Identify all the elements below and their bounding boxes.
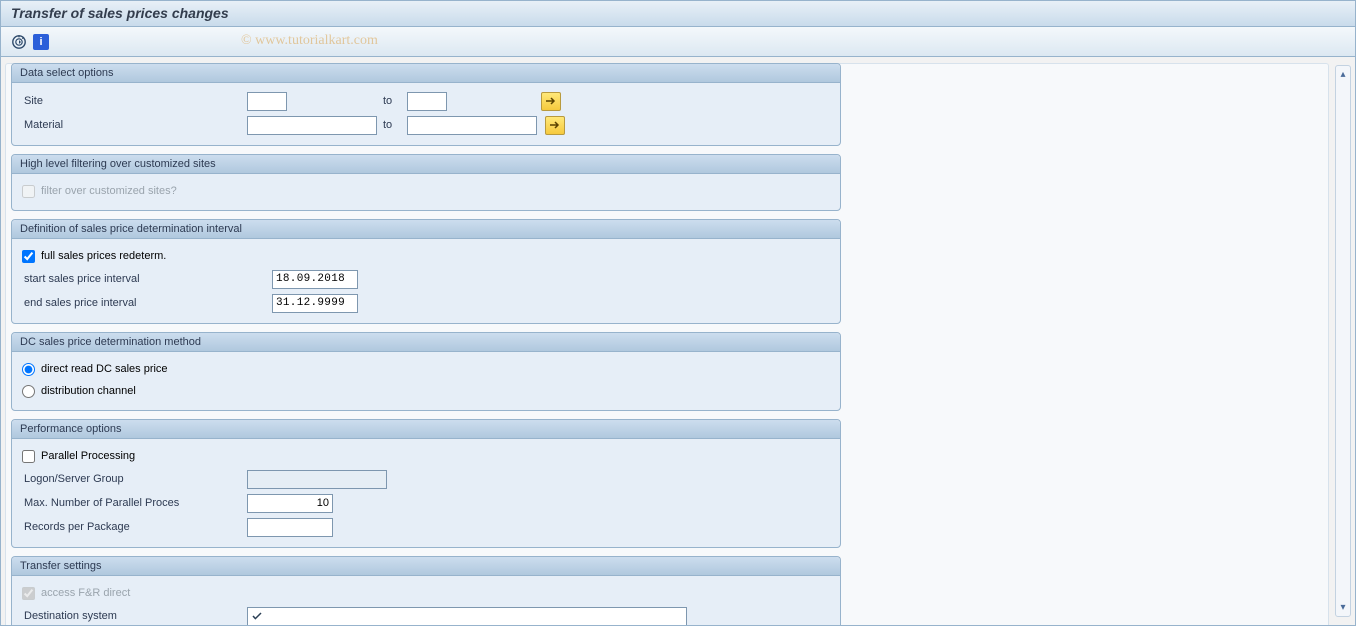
input-destination-system[interactable] — [247, 607, 687, 626]
input-logon-group — [247, 470, 387, 489]
multi-select-material-button[interactable] — [545, 116, 565, 135]
multi-select-site-button[interactable] — [541, 92, 561, 111]
watermark-text: © www.tutorialkart.com — [241, 33, 378, 49]
scroll-area: Data select options Site to M — [11, 63, 841, 625]
checkbox-full-redeterm[interactable] — [22, 250, 35, 263]
input-material-from[interactable] — [247, 116, 377, 135]
radio-direct-read[interactable] — [22, 363, 35, 376]
label-access-fr-direct: access F&R direct — [41, 587, 130, 599]
group-high-level-filter: High level filtering over customized sit… — [11, 154, 841, 211]
label-destination-system: Destination system — [22, 610, 247, 622]
label-end-interval: end sales price interval — [22, 297, 272, 309]
label-material-to: to — [377, 119, 407, 131]
group-performance: Performance options Parallel Processing … — [11, 419, 841, 548]
input-records-per-package[interactable] — [247, 518, 333, 537]
checkbox-access-fr-direct — [22, 587, 35, 600]
check-icon — [251, 610, 263, 622]
group-header-dc-method: DC sales price determination method — [12, 333, 840, 352]
window-title: Transfer of sales prices changes — [11, 5, 229, 21]
label-site: Site — [22, 95, 247, 107]
label-max-parallel: Max. Number of Parallel Proces — [22, 497, 247, 509]
checkbox-filter-customized-sites — [22, 185, 35, 198]
input-material-to[interactable] — [407, 116, 537, 135]
label-site-to: to — [377, 95, 407, 107]
checkbox-parallel-processing[interactable] — [22, 450, 35, 463]
label-full-redeterm: full sales prices redeterm. — [41, 250, 166, 262]
group-transfer: Transfer settings access F&R direct Dest… — [11, 556, 841, 625]
label-direct-read: direct read DC sales price — [41, 363, 168, 375]
label-parallel-processing: Parallel Processing — [41, 450, 135, 462]
label-logon-group: Logon/Server Group — [22, 473, 247, 485]
group-header-data-select: Data select options — [12, 64, 840, 83]
sap-window: Transfer of sales prices changes i © www… — [0, 0, 1356, 626]
input-max-parallel[interactable] — [247, 494, 333, 513]
label-start-interval: start sales price interval — [22, 273, 272, 285]
scroll-up-arrow[interactable]: ▴ — [1336, 67, 1350, 81]
info-icon[interactable]: i — [33, 34, 49, 50]
app-toolbar: i © www.tutorialkart.com — [1, 27, 1355, 57]
input-end-interval[interactable] — [272, 294, 358, 313]
group-header-interval: Definition of sales price determination … — [12, 220, 840, 239]
group-header-transfer: Transfer settings — [12, 557, 840, 576]
scroll-down-arrow[interactable]: ▾ — [1336, 600, 1350, 614]
group-header-performance: Performance options — [12, 420, 840, 439]
label-records-per-package: Records per Package — [22, 521, 247, 533]
group-data-select: Data select options Site to M — [11, 63, 841, 146]
group-interval: Definition of sales price determination … — [11, 219, 841, 324]
input-site-to[interactable] — [407, 92, 447, 111]
label-filter-customized-sites: filter over customized sites? — [41, 185, 177, 197]
content-area: Data select options Site to M — [1, 57, 1355, 625]
vertical-scrollbar[interactable]: ▴ ▾ — [1335, 65, 1351, 617]
input-start-interval[interactable] — [272, 270, 358, 289]
group-dc-method: DC sales price determination method dire… — [11, 332, 841, 411]
label-distribution-channel: distribution channel — [41, 385, 136, 397]
radio-distribution-channel[interactable] — [22, 385, 35, 398]
label-material: Material — [22, 119, 247, 131]
input-site-from[interactable] — [247, 92, 287, 111]
execute-icon[interactable] — [11, 34, 27, 50]
window-titlebar: Transfer of sales prices changes — [1, 1, 1355, 27]
group-header-high-level: High level filtering over customized sit… — [12, 155, 840, 174]
